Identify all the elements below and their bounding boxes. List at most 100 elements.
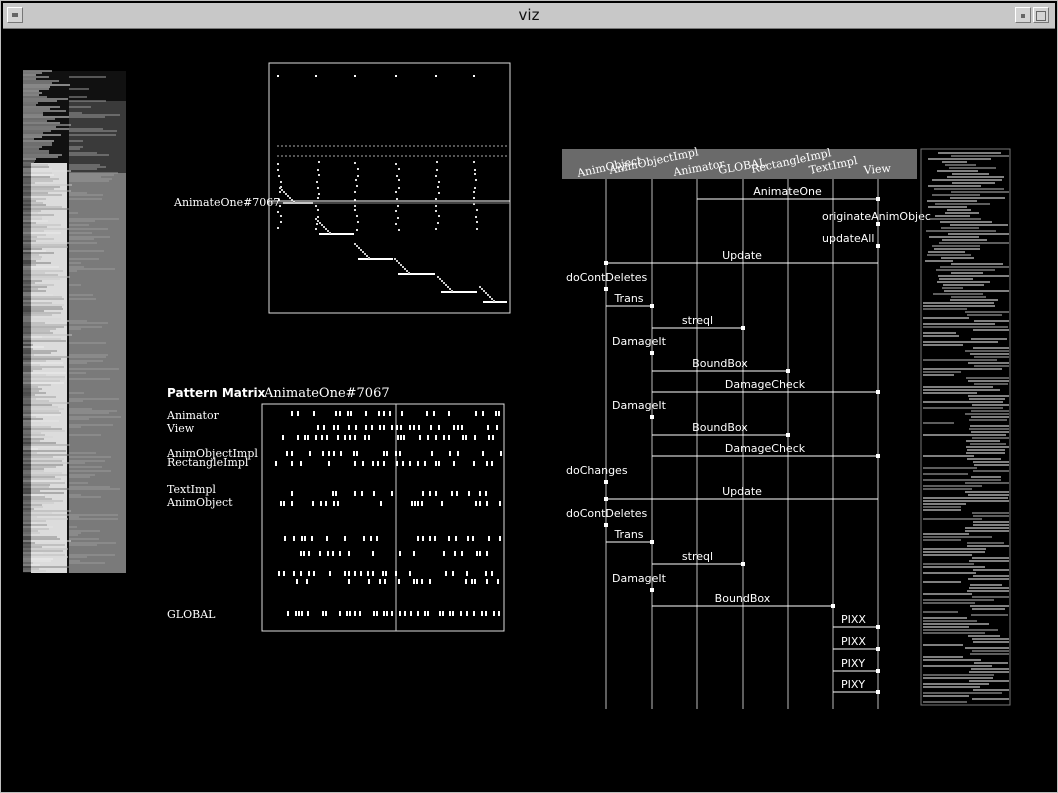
matrix-mark [481,611,483,616]
matrix-mark [475,411,477,416]
timeline-dot [435,75,437,77]
matrix-mark [441,501,443,506]
timeline-dot [318,161,320,163]
matrix-mark [417,501,419,506]
matrix-mark [466,571,468,576]
matrix-mark [283,571,285,576]
matrix-mark [473,611,475,616]
matrix-mark [492,435,494,440]
timeline-dot [435,228,437,230]
timeline-dot [366,255,368,257]
timeline-dot [317,169,319,171]
matrix-mark [354,491,356,496]
matrix-mark [413,579,415,584]
matrix-mark [296,579,298,584]
timeline-dot [364,253,366,255]
matrix-mark [498,611,500,616]
timeline-dot [395,210,397,212]
message-label: DamageIt [612,572,667,585]
matrix-mark [453,461,455,466]
window-title: viz [518,6,540,24]
message-label: AnimateOne [753,185,822,198]
matrix-mark [419,435,421,440]
matrix-mark [380,501,382,506]
matrix-mark [486,551,488,556]
sequence-diagram[interactable]: AnimObject AnimObjectImpl Animator GLOBA… [562,145,931,709]
matrix-mark [283,501,285,506]
matrix-mark [340,451,342,456]
timeline-dot [397,205,399,207]
timeline-dot [355,179,357,181]
matrix-mark [377,461,379,466]
matrix-mark [303,551,305,556]
timeline-dot [449,288,451,290]
message-head [650,304,654,308]
object-view[interactable]: View [862,162,892,177]
matrix-mark [486,501,488,506]
minimize-icon[interactable] [1015,7,1031,23]
timeline-dot [435,205,437,207]
message-head [604,261,608,265]
timeline-dot [354,162,356,164]
matrix-mark [365,425,367,430]
timeline-dot [447,286,449,288]
matrix-mark [383,451,385,456]
matrix-mark [372,571,374,576]
message-head [786,433,790,437]
pattern-matrix[interactable]: Pattern Matrix AnimateOne#7067 Animator … [166,386,505,632]
timeline-dot [277,169,279,171]
timeline-dot [481,288,483,290]
timeline-dot [493,300,495,302]
maximize-icon[interactable] [1033,7,1049,23]
overview-strip[interactable] [23,70,126,573]
message-head [650,415,654,419]
matrix-mark [467,536,469,541]
matrix-mark [333,451,335,456]
matrix-mark [479,491,481,496]
matrix-mark [280,501,282,506]
right-overview[interactable] [920,148,1011,706]
matrix-mark [376,536,378,541]
matrix-mark [284,536,286,541]
timeline-dot [357,175,359,177]
message-label: PIXY [841,657,865,670]
timeline-dot [280,221,282,223]
message-list[interactable]: AnimateOneoriginateAnimObjec updateAll Upd… [566,185,931,694]
matrix-mark [308,571,310,576]
message-head [876,669,880,673]
matrix-mark [479,501,481,506]
matrix-mark [384,579,386,584]
matrix-mark [319,551,321,556]
matrix-mark [409,571,411,576]
timeline-dot [395,223,397,225]
right-overview-frame [920,148,1011,706]
title-bar[interactable]: viz [3,3,1055,29]
timeline-dot [356,229,358,231]
timeline-dot [402,266,404,268]
matrix-mark [466,611,468,616]
matrix-mark [461,425,463,430]
matrix-mark [401,411,403,416]
matrix-mark [500,451,502,456]
row-label-rectangleimpl: RectangleImpl [167,456,249,469]
matrix-mark [417,536,419,541]
timeline-dot [283,191,285,193]
message-label: Trans [613,528,643,541]
row-label-animobject: AnimObject [166,496,233,509]
timeline-dot [438,215,440,217]
matrix-mark [497,579,499,584]
message-head [876,625,880,629]
matrix-mark [371,425,373,430]
matrix-mark [421,501,423,506]
visualization-canvas[interactable]: AnimateOne#7067 Pattern Matrix AnimateOn… [7,31,1053,788]
matrix-mark [465,579,467,584]
matrix-mark [429,536,431,541]
matrix-mark [363,536,365,541]
matrix-mark [297,411,299,416]
matrix-mark [308,551,310,556]
matrix-mark [474,435,476,440]
timeline-dot [396,260,398,262]
timeline-dot [287,195,289,197]
timeline-panel[interactable]: AnimateOne#7067 [173,62,511,314]
matrix-mark [403,435,405,440]
